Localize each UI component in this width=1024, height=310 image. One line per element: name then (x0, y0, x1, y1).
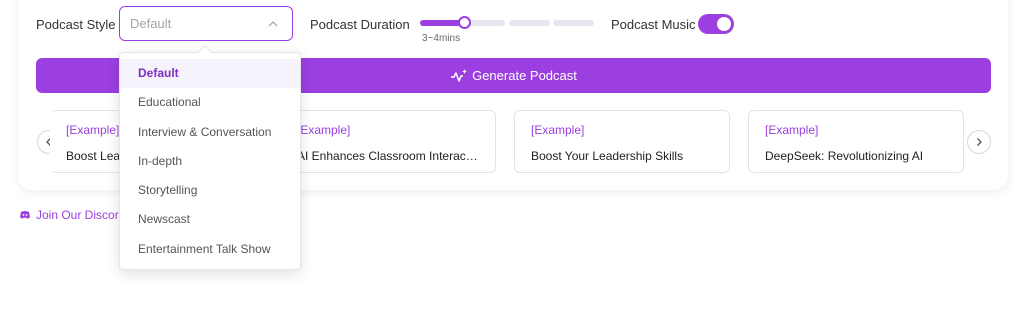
example-title: DeepSeek: Revolutionizing AI (765, 149, 924, 163)
podcast-style-select[interactable]: Default (119, 6, 293, 41)
podcast-music-label: Podcast Music (611, 17, 696, 32)
style-option-default[interactable]: Default (120, 59, 300, 89)
style-option-storytelling[interactable]: Storytelling (120, 176, 300, 205)
discord-icon (20, 211, 30, 219)
example-card-4[interactable]: [Example] DeepSeek: Revolutionizing AI (748, 110, 964, 173)
slider-segment-4 (553, 20, 594, 26)
page: Podcast Style Default Podcast Duration 3… (0, 0, 1024, 310)
example-tag: [Example] (297, 123, 351, 137)
toggle-knob (717, 17, 731, 31)
style-option-in-depth[interactable]: In-depth (120, 147, 300, 176)
example-card-3[interactable]: [Example] Boost Your Leadership Skills (514, 110, 730, 173)
sparkle-wave-icon (451, 68, 468, 82)
podcast-duration-label: Podcast Duration (310, 17, 410, 32)
podcast-style-placeholder: Default (130, 16, 172, 31)
carousel-next-button[interactable] (967, 130, 991, 154)
example-card-2[interactable]: [Example] AI Enhances Classroom Interact… (281, 110, 496, 173)
duration-slider[interactable] (420, 16, 594, 29)
example-tag: [Example] (765, 123, 819, 137)
example-title: Boost Your Leadership Skills (531, 149, 684, 163)
generate-podcast-label: Generate Podcast (472, 68, 577, 83)
style-option-entertainment[interactable]: Entertainment Talk Show (120, 235, 300, 264)
slider-thumb[interactable] (458, 16, 471, 29)
slider-segment-3 (509, 20, 550, 26)
style-option-newscast[interactable]: Newscast (120, 205, 300, 234)
podcast-music-toggle[interactable] (698, 14, 734, 34)
example-title: AI Enhances Classroom Interactions (297, 149, 479, 163)
chevron-up-icon (268, 20, 278, 26)
chevron-right-icon (977, 138, 982, 146)
join-discord-link[interactable]: Join Our Discord (19, 208, 125, 222)
duration-value: 3~4mins (422, 33, 461, 44)
style-option-educational[interactable]: Educational (120, 88, 300, 117)
podcast-style-label: Podcast Style (36, 17, 116, 32)
podcast-style-dropdown: Default Educational Interview & Conversa… (119, 44, 301, 270)
slider-segment-1 (420, 20, 461, 26)
style-option-interview[interactable]: Interview & Conversation (120, 118, 300, 147)
join-discord-label: Join Our Discord (36, 208, 126, 222)
example-tag: [Example] (531, 123, 585, 137)
